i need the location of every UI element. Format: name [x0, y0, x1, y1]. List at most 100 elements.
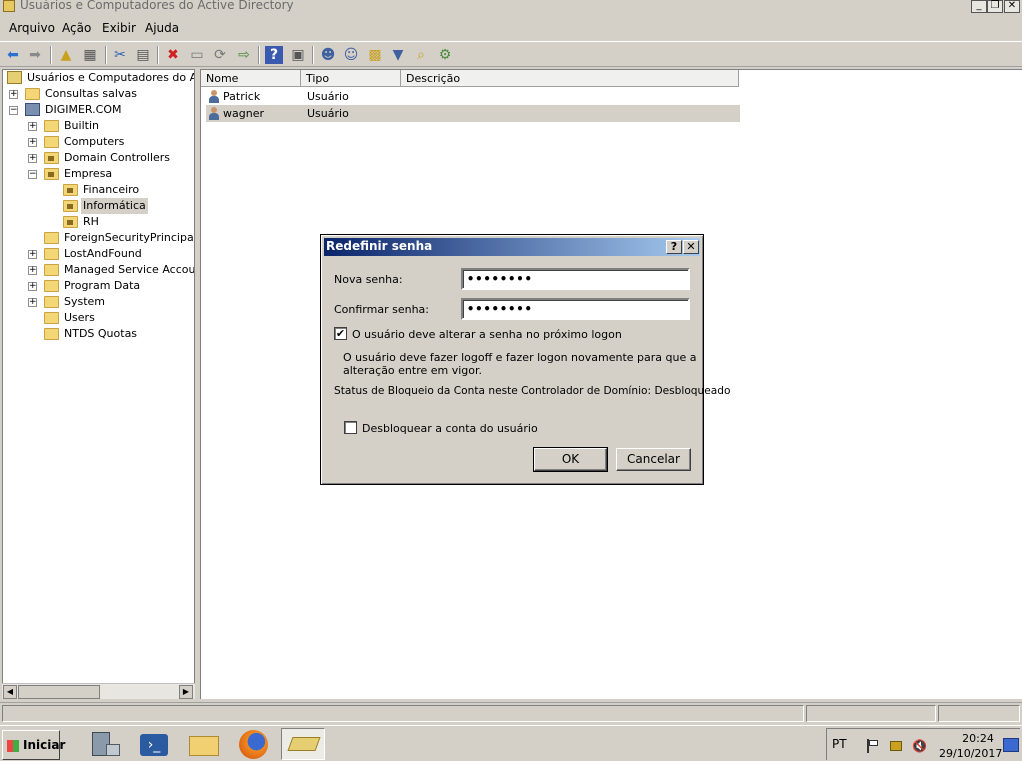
scroll-left-arrow-icon[interactable]: ◀ — [3, 685, 17, 699]
ad-root-icon — [7, 71, 22, 84]
ou-folder-icon — [63, 216, 78, 228]
tree-node-financeiro[interactable]: Financeiro — [3, 182, 193, 198]
ad-users-taskbar-button[interactable] — [281, 728, 325, 760]
console-icon[interactable]: ▣ — [289, 46, 307, 64]
tree-node-ntds-quotas[interactable]: NTDS Quotas — [3, 326, 193, 342]
toolbar-separator — [50, 46, 52, 64]
expand-icon[interactable]: + — [28, 138, 37, 147]
column-header-tipo[interactable]: Tipo — [301, 70, 401, 87]
scroll-thumb[interactable] — [18, 685, 100, 699]
must-change-password-checkbox[interactable]: ✔ — [334, 327, 347, 340]
tree-node-domain[interactable]: − DIGIMER.COM — [3, 102, 193, 118]
menu-arquivo[interactable]: Arquivo — [9, 21, 55, 35]
clock-time[interactable]: 20:24 — [955, 732, 1001, 745]
folder-icon — [44, 136, 59, 148]
refresh-icon[interactable]: ⟳ — [211, 46, 229, 64]
network-icon[interactable] — [889, 739, 903, 753]
tree-node-fsp[interactable]: ForeignSecurityPrincipals — [3, 230, 194, 246]
export-icon[interactable]: ⇨ — [235, 46, 253, 64]
tree-node-program-data[interactable]: + Program Data — [3, 278, 193, 294]
cut-icon[interactable]: ✂ — [111, 46, 129, 64]
menu-exibir[interactable]: Exibir — [102, 21, 136, 35]
server-manager-icon[interactable] — [84, 728, 124, 760]
help-icon[interactable]: ? — [265, 46, 283, 64]
scroll-right-arrow-icon[interactable]: ▶ — [179, 685, 193, 699]
dialog-title-bar[interactable]: Redefinir senha ? ✕ — [324, 238, 700, 256]
delete-icon[interactable]: ✖ — [164, 46, 182, 64]
file-explorer-icon[interactable] — [184, 728, 224, 760]
tree-node-system[interactable]: + System — [3, 294, 193, 310]
menu-acao[interactable]: Ação — [62, 21, 91, 35]
restore-button[interactable]: ❐ — [987, 0, 1003, 13]
reset-password-dialog: Redefinir senha ? ✕ Nova senha: ••••••••… — [320, 234, 730, 485]
delegate-icon[interactable]: ⚙ — [436, 46, 454, 64]
ou-folder-icon — [44, 168, 59, 180]
properties-icon[interactable]: ▭ — [188, 46, 206, 64]
close-button[interactable]: ✕ — [1004, 0, 1020, 13]
tree-node-lost-found[interactable]: + LostAndFound — [3, 246, 193, 262]
add-ou-icon[interactable]: ▩ — [366, 46, 384, 64]
windows-logo-icon — [7, 740, 19, 752]
expand-icon[interactable]: + — [9, 90, 18, 99]
dialog-close-button[interactable]: ✕ — [683, 240, 699, 254]
must-change-password-label[interactable]: O usuário deve alterar a senha no próxim… — [352, 328, 622, 341]
expand-icon[interactable]: + — [28, 266, 37, 275]
unlock-account-label[interactable]: Desbloquear a conta do usuário — [362, 422, 538, 435]
tree-node-msa[interactable]: + Managed Service Accounts — [3, 262, 194, 278]
add-group-icon[interactable]: ☺ — [342, 46, 360, 64]
list-item-selected[interactable]: wagner Usuário — [206, 105, 740, 122]
menu-ajuda[interactable]: Ajuda — [145, 21, 179, 35]
status-panel — [806, 705, 936, 722]
dialog-help-button[interactable]: ? — [666, 240, 682, 254]
ou-folder-icon — [63, 184, 78, 196]
column-header-nome[interactable]: Nome — [201, 70, 301, 87]
collapse-icon[interactable]: − — [28, 170, 37, 179]
tree-node-computers[interactable]: + Computers — [3, 134, 193, 150]
back-arrow-icon[interactable]: ⬅ — [4, 46, 22, 64]
filter-icon[interactable]: ▼ — [389, 46, 407, 64]
column-header-descricao[interactable]: Descrição — [401, 70, 739, 87]
show-desktop-icon[interactable] — [1003, 738, 1019, 752]
tree-node-domain-controllers[interactable]: + Domain Controllers — [3, 150, 193, 166]
tree-node-rh[interactable]: RH — [3, 214, 193, 230]
tree-node-users[interactable]: Users — [3, 310, 193, 326]
flag-icon[interactable] — [865, 739, 879, 753]
expand-icon[interactable]: + — [28, 154, 37, 163]
tree-horizontal-scrollbar[interactable]: ◀ ▶ — [2, 683, 195, 699]
expand-icon[interactable]: + — [28, 250, 37, 259]
dialog-title: Redefinir senha — [326, 239, 433, 253]
volume-muted-icon[interactable]: 🔇 — [912, 739, 927, 753]
up-folder-icon[interactable]: ▲ — [57, 46, 75, 64]
collapse-icon[interactable]: − — [9, 106, 18, 115]
list-item[interactable]: Patrick Usuário — [206, 88, 740, 105]
ok-button[interactable]: OK — [533, 447, 608, 472]
show-tree-icon[interactable]: ▦ — [81, 46, 99, 64]
minimize-button[interactable]: _ — [971, 0, 987, 13]
new-password-label: Nova senha: — [334, 273, 403, 286]
tree-node-empresa[interactable]: − Empresa — [3, 166, 193, 182]
new-password-field[interactable]: •••••••• — [461, 268, 690, 290]
powershell-icon[interactable]: ›_ — [134, 728, 174, 760]
status-panel — [938, 705, 1020, 722]
confirm-password-field[interactable]: •••••••• — [461, 298, 690, 320]
add-user-icon[interactable]: ☻ — [319, 46, 337, 64]
find-icon[interactable]: ⌕ — [412, 46, 430, 64]
toolbar-separator — [258, 46, 260, 64]
tree-node-saved-queries[interactable]: + Consultas salvas — [3, 86, 193, 102]
forward-arrow-icon[interactable]: ➡ — [26, 46, 44, 64]
menu-bar: Arquivo Ação Exibir Ajuda — [0, 17, 1022, 39]
tree-node-informatica[interactable]: Informática — [3, 198, 193, 214]
start-button[interactable]: Iniciar — [2, 730, 65, 760]
cancel-button[interactable]: Cancelar — [616, 448, 691, 471]
tree-node-builtin[interactable]: + Builtin — [3, 118, 193, 134]
clock-date[interactable]: 29/10/2017 — [939, 747, 1002, 760]
status-bar — [0, 702, 1022, 723]
paste-icon[interactable]: ▤ — [134, 46, 152, 64]
unlock-account-checkbox[interactable] — [344, 421, 357, 434]
expand-icon[interactable]: + — [28, 282, 37, 291]
firefox-icon[interactable] — [234, 728, 274, 760]
language-indicator[interactable]: PT — [832, 737, 847, 751]
expand-icon[interactable]: + — [28, 122, 37, 131]
user-icon — [208, 107, 220, 120]
expand-icon[interactable]: + — [28, 298, 37, 307]
